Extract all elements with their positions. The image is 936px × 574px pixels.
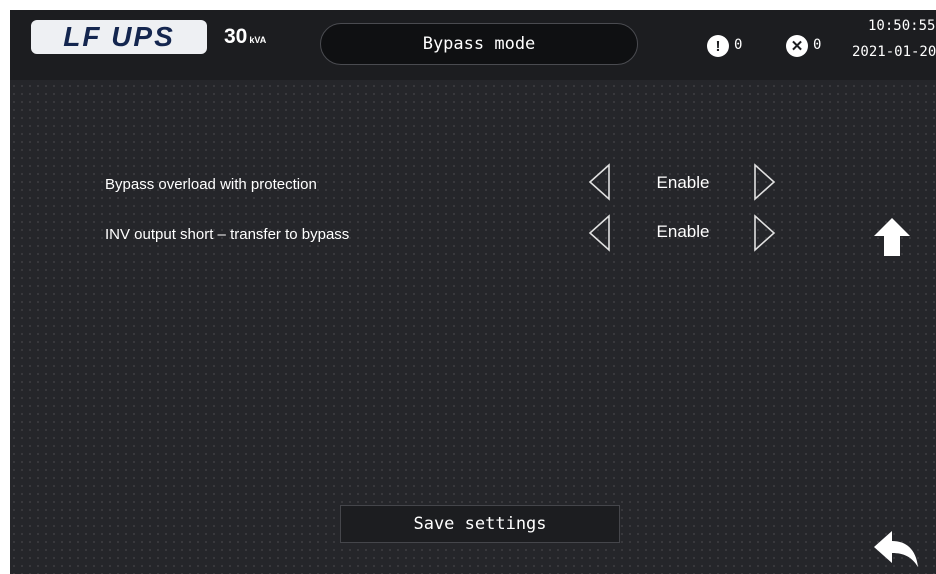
power-rating: 30 kVA xyxy=(224,25,266,49)
warning-count: 0 xyxy=(734,37,743,53)
chevron-left-outline-icon[interactable] xyxy=(587,163,613,201)
save-settings-button[interactable]: Save settings xyxy=(340,505,620,543)
mode-indicator: Bypass mode xyxy=(320,23,638,65)
brand-text: LF UPS xyxy=(63,21,175,52)
mode-text: Bypass mode xyxy=(422,34,536,54)
return-arrow-icon[interactable] xyxy=(872,529,922,569)
exclamation-circle-icon[interactable]: ! xyxy=(707,35,729,57)
setting-value-inv-short: Enable xyxy=(656,222,710,241)
save-settings-label: Save settings xyxy=(413,514,547,534)
clock-date: 2021-01-20 xyxy=(852,44,936,60)
setting-label-inv-short: INV output short – transfer to bypass xyxy=(105,226,350,243)
brand-logo: LF UPS xyxy=(31,20,207,54)
setting-label-bypass-overload: Bypass overload with protection xyxy=(105,176,317,193)
chevron-right-outline-icon[interactable] xyxy=(751,163,777,201)
setting-value-bypass-overload: Enable xyxy=(656,173,710,192)
clock-time: 10:50:55 xyxy=(868,18,936,34)
ups-screen: LF UPS 30 kVA Bypass mode ! 0 ✕ 0 10:50:5… xyxy=(10,10,936,574)
chevron-left-outline-icon[interactable] xyxy=(587,214,613,252)
fault-count: 0 xyxy=(813,37,822,53)
power-unit: kVA xyxy=(249,35,267,45)
x-circle-icon[interactable]: ✕ xyxy=(786,35,808,57)
chevron-right-outline-icon[interactable] xyxy=(751,214,777,252)
power-value: 30 xyxy=(224,25,248,48)
status-bar: LF UPS 30 kVA Bypass mode ! 0 ✕ 0 10:50:5… xyxy=(10,10,936,80)
arrow-up-icon[interactable] xyxy=(872,216,912,258)
